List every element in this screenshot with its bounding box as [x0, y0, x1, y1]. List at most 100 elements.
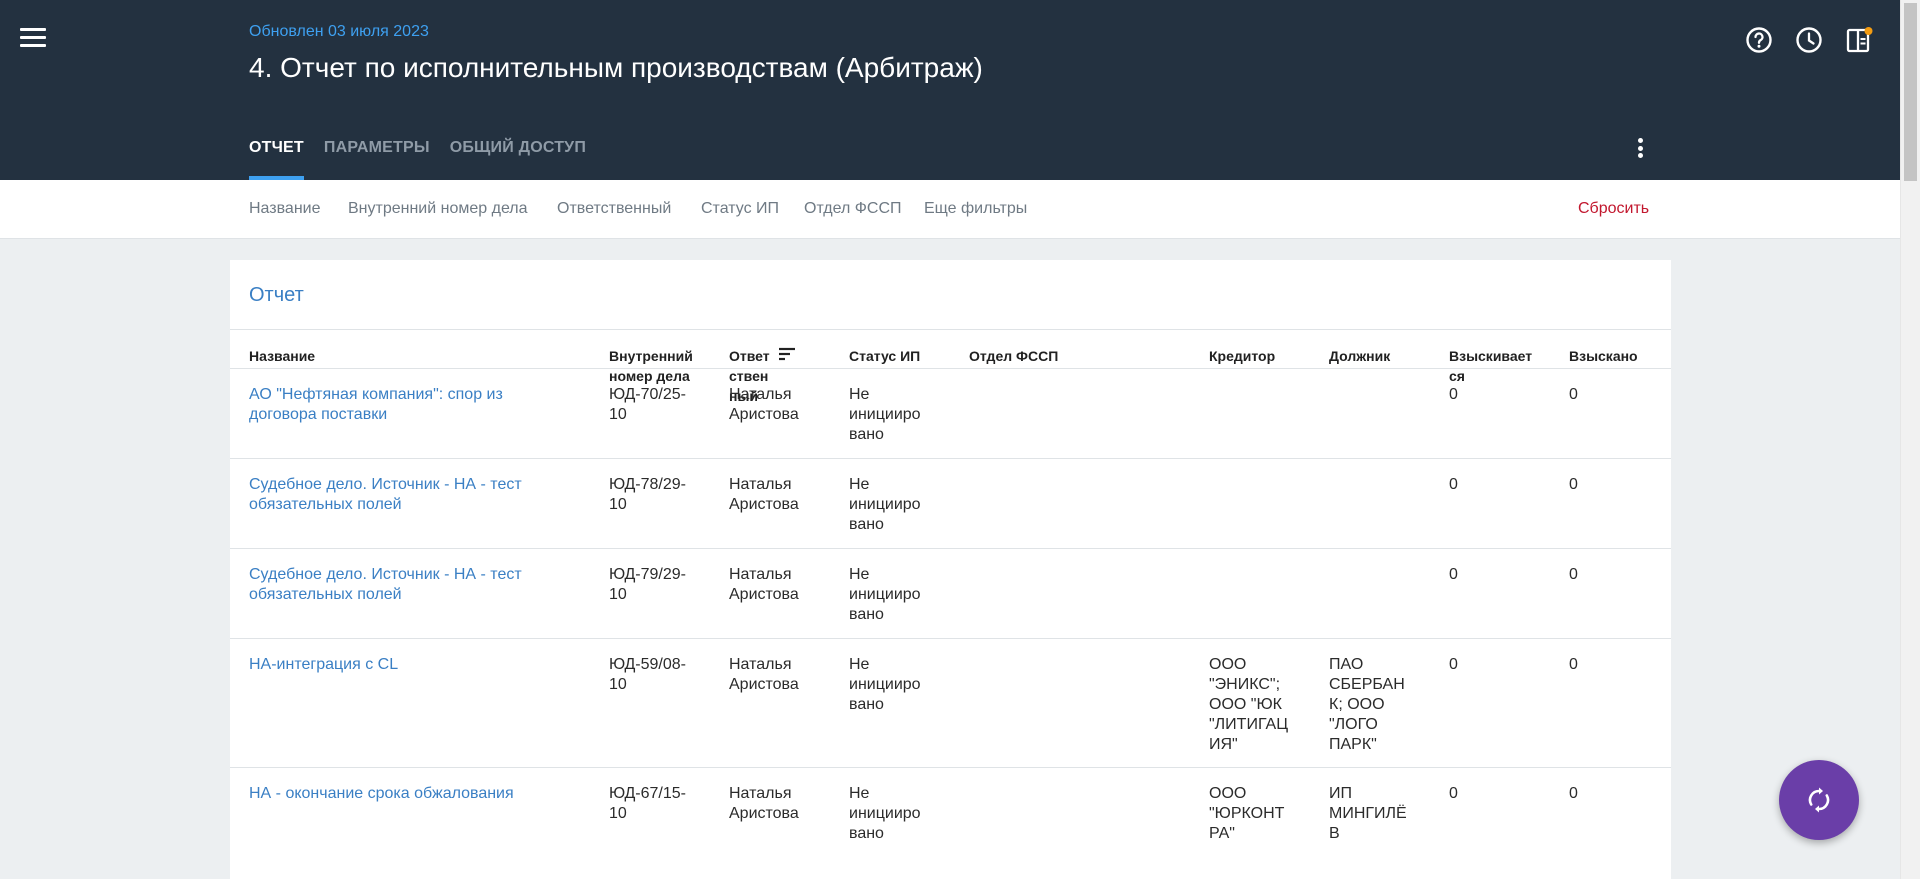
header-line: Должник: [1329, 348, 1391, 364]
col-to-collect-cell: 0: [1449, 475, 1458, 495]
col-collected-header[interactable]: Взыскано: [1569, 346, 1638, 366]
cell-line: обязательных полей: [249, 496, 402, 513]
cell-line: 0: [1449, 566, 1458, 583]
col-case-number-cell: ЮД-59/08- 10: [609, 655, 686, 695]
cell-line: Аристова: [729, 805, 799, 822]
app-header: Обновлен 03 июля 2023 4. Отчет по исполн…: [0, 0, 1900, 180]
col-name-cell[interactable]: Судебное дело. Источник - НА - тест обяза…: [249, 475, 522, 515]
col-status-header[interactable]: Статус ИП: [849, 346, 920, 366]
cell-line: вано: [849, 516, 884, 533]
filter-status[interactable]: Статус ИП: [701, 200, 779, 218]
cell-line: Аристова: [729, 496, 799, 513]
cell-line: Аристова: [729, 676, 799, 693]
cell-line: Наталья: [729, 656, 792, 673]
header-line: Отдел ФССП: [969, 348, 1059, 364]
refresh-button[interactable]: [1779, 760, 1859, 840]
menu-icon[interactable]: [20, 28, 46, 50]
header-line: Статус ИП: [849, 348, 921, 364]
report-title: Отчет: [249, 284, 304, 306]
more-vert-icon[interactable]: [1630, 138, 1650, 162]
header-line: Ответ: [729, 348, 770, 364]
cell-line: Не: [849, 476, 870, 493]
col-status-cell: Не инициирo вано: [849, 784, 921, 844]
cell-line: Не: [849, 656, 870, 673]
cell-line: 0: [1569, 566, 1578, 583]
cell-line: Судебное дело. Источник - НА - тест: [249, 566, 522, 583]
help-icon[interactable]: [1745, 26, 1773, 54]
history-icon[interactable]: [1795, 26, 1823, 54]
cell-line: Судебное дело. Источник - НА - тест: [249, 476, 522, 493]
cell-line: ЮД-70/25-: [609, 386, 686, 403]
cell-line: инициирo: [849, 496, 921, 513]
col-responsible-cell: Наталья Аристова: [729, 655, 799, 695]
col-case-number-header[interactable]: Внутренний номер дела: [609, 346, 693, 386]
cell-line: 0: [1569, 785, 1578, 802]
cell-line: ЮД-67/15-: [609, 785, 686, 802]
cell-line: 0: [1569, 386, 1578, 403]
cell-line: "ЛОГО: [1329, 716, 1378, 733]
report-card: Отчет Название Внутренний номер дела Ответ с…: [230, 260, 1671, 879]
col-name-cell[interactable]: НА - окончание срока обжалования: [249, 784, 514, 804]
col-creditor-cell: ООО "ЮРКОНТ РА": [1209, 784, 1284, 844]
col-responsible-cell: Наталья Аристова: [729, 385, 799, 425]
header-line: ся: [1449, 368, 1465, 384]
filter-responsible[interactable]: Ответственный: [557, 200, 671, 218]
col-collected-cell: 0: [1569, 385, 1578, 405]
cell-line: Наталья: [729, 566, 792, 583]
header-line: Взыскано: [1569, 348, 1638, 364]
col-creditor-header[interactable]: Кредитор: [1209, 346, 1275, 366]
header-line: Взыскивает: [1449, 348, 1533, 364]
cell-line: ООО "ЮК: [1209, 696, 1282, 713]
col-name-cell[interactable]: Судебное дело. Источник - НА - тест обяза…: [249, 565, 522, 605]
col-case-number-cell: ЮД-78/29- 10: [609, 475, 686, 515]
cell-line: "ЭНИКС";: [1209, 676, 1281, 693]
cell-line: инициирo: [849, 586, 921, 603]
scrollbar-thumb[interactable]: [1904, 3, 1917, 181]
filter-bar: Название Внутренний номер дела Ответстве…: [0, 180, 1900, 239]
col-debtor-header[interactable]: Должник: [1329, 346, 1390, 366]
cell-line: ООО: [1209, 785, 1247, 802]
panel-icon[interactable]: [1845, 26, 1873, 54]
cell-line: ИЯ": [1209, 736, 1238, 753]
col-fssp-dept-header[interactable]: Отдел ФССП: [969, 346, 1058, 366]
col-name-header[interactable]: Название: [249, 346, 315, 366]
scrollbar[interactable]: [1900, 0, 1920, 879]
cell-line: вано: [849, 825, 884, 842]
page-title: 4. Отчет по исполнительным производствам…: [249, 52, 983, 83]
col-to-collect-header[interactable]: Взыскивает ся: [1449, 346, 1532, 386]
filter-more[interactable]: Еще фильтры: [924, 200, 1027, 218]
filter-case-number[interactable]: Внутренний номер дела: [348, 200, 528, 218]
cell-line: вано: [849, 426, 884, 443]
cell-line: "ЮРКОНТ: [1209, 805, 1285, 822]
tab-bar: ОТЧЕТ ПАРАМЕТРЫ ОБЩИЙ ДОСТУП: [249, 139, 586, 180]
cell-line: 10: [609, 406, 627, 423]
col-name-cell[interactable]: АО "Нефтяная компания": спор из договора …: [249, 385, 503, 425]
tab-sharing[interactable]: ОБЩИЙ ДОСТУП: [450, 139, 586, 180]
cell-line: Не: [849, 566, 870, 583]
col-responsible-cell: Наталья Аристова: [729, 784, 799, 824]
cell-line: вано: [849, 606, 884, 623]
col-collected-cell: 0: [1569, 565, 1578, 585]
header-line: номер дела: [609, 368, 690, 384]
sort-icon[interactable]: [778, 346, 796, 362]
col-to-collect-cell: 0: [1449, 565, 1458, 585]
col-status-cell: Не инициирo вано: [849, 475, 921, 535]
col-case-number-cell: ЮД-70/25- 10: [609, 385, 686, 425]
filter-fssp-dept[interactable]: Отдел ФССП: [804, 200, 902, 218]
divider: [230, 329, 1671, 330]
cell-line: МИНГИЛЁ: [1329, 805, 1407, 822]
cell-line: НА - окончание срока обжалования: [249, 785, 514, 802]
cell-line: АО "Нефтяная компания": спор из: [249, 386, 503, 403]
col-name-cell[interactable]: НА-интеграция с CL: [249, 655, 398, 675]
header-line: Внутренний: [609, 348, 693, 364]
cell-line: РА": [1209, 825, 1235, 842]
tab-parameters[interactable]: ПАРАМЕТРЫ: [324, 139, 430, 180]
cell-line: 10: [609, 496, 627, 513]
row-divider: [230, 458, 1671, 459]
col-collected-cell: 0: [1569, 655, 1578, 675]
tab-report[interactable]: ОТЧЕТ: [249, 139, 304, 180]
col-debtor-cell: ИП МИНГИЛЁ В: [1329, 784, 1407, 844]
reset-button[interactable]: Сбросить: [1578, 200, 1649, 218]
cell-line: Наталья: [729, 386, 792, 403]
filter-name[interactable]: Название: [249, 200, 321, 218]
